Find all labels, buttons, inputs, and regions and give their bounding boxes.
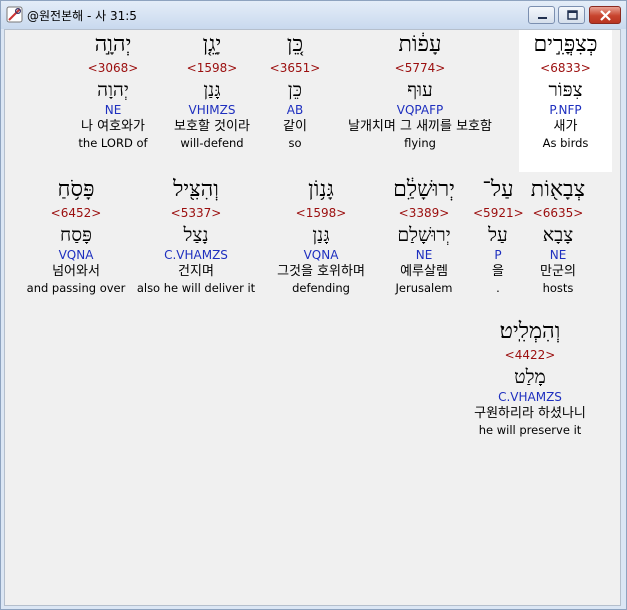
parsing-code: C.VHAMZS xyxy=(498,390,562,404)
lemma: נָצַל xyxy=(183,224,209,246)
english-gloss: so xyxy=(288,136,302,150)
lemma: עוּף xyxy=(407,79,433,101)
hebrew-word: וְהִצִּ֖יל xyxy=(173,177,219,202)
strong-number[interactable]: <5337> xyxy=(135,205,257,221)
lemma: מָלַט xyxy=(514,366,546,388)
korean-gloss: 을 xyxy=(492,264,504,279)
english-gloss: Jerusalem xyxy=(395,281,453,295)
korean-gloss: 건지며 xyxy=(178,264,214,279)
parsing-code: C.VHAMZS xyxy=(164,248,228,262)
english-gloss: defending xyxy=(292,281,350,295)
parsing-code: AB xyxy=(286,103,304,117)
strong-number[interactable]: <3068> xyxy=(67,60,159,76)
hebrew-word: יְרוּשָׁלִַ֔ם xyxy=(393,177,455,202)
hebrew-word: פָּסֹ֥חַ xyxy=(57,177,95,202)
strong-number[interactable]: <6833> xyxy=(519,60,612,76)
parsing-code: NE xyxy=(549,248,567,262)
korean-gloss: 만군의 xyxy=(540,264,576,279)
lemma: צָבָא xyxy=(542,224,574,246)
word-cell[interactable]: צְבָא֖וֹת <6635> צָבָא NE 만군의 hosts xyxy=(525,175,591,305)
parsing-code: NE xyxy=(104,103,122,117)
word-cell[interactable]: וְהִמְלִֽיט׃ <4422> מָלַט C.VHAMZS 구원하리라… xyxy=(455,317,605,447)
english-gloss: flying xyxy=(404,136,436,150)
hebrew-word: עַל־ xyxy=(482,177,514,202)
lemma: פָּסַח xyxy=(59,224,92,246)
strong-number[interactable]: <3651> xyxy=(261,60,329,76)
word-cell[interactable]: עַל־ <5921> עַל P 을 . xyxy=(473,175,524,305)
word-cell[interactable]: גָּנ֥וֹן <1598> גָּנַן VQNA 그것을 호위하며 def… xyxy=(263,175,379,305)
title-bar[interactable]: @원전본해 - 사 31:5 xyxy=(1,1,626,29)
hebrew-word: יְהוָ֣ה xyxy=(94,32,132,57)
korean-gloss: 새가 xyxy=(553,119,578,134)
word-cell[interactable]: פָּסֹ֥חַ <6452> פָּסַח VQNA 넘어와서 and pas… xyxy=(21,175,131,305)
close-button[interactable] xyxy=(589,6,621,24)
word-cell[interactable]: כְּצִפֳּרִ֣ים <6833> צִפּוֹר P.NFP 새가 As… xyxy=(519,30,612,172)
parsing-code: NE xyxy=(415,248,433,262)
parsing-code: VQPAFP xyxy=(396,103,444,117)
word-cell[interactable]: יְהוָ֣ה <3068> יְהוָה NE 나 여호와가 the LORD… xyxy=(67,30,159,172)
strong-number[interactable]: <5774> xyxy=(332,60,508,76)
english-gloss: also he will deliver it xyxy=(136,281,256,295)
korean-gloss: 넘어와서 xyxy=(52,264,100,279)
word-cell[interactable]: וְהִצִּ֖יל <5337> נָצַל C.VHAMZS 건지며 als… xyxy=(135,175,257,305)
english-gloss: he will preserve it xyxy=(478,423,582,437)
strong-number[interactable]: <4422> xyxy=(455,347,605,363)
korean-gloss: 같이 xyxy=(283,119,307,134)
lemma: יְרוּשָׁלַם xyxy=(397,224,451,246)
lemma: צִפּוֹר xyxy=(548,79,583,101)
hebrew-word: כְּצִפֳּרִ֣ים xyxy=(533,32,598,57)
korean-gloss: 그것을 호위하며 xyxy=(277,264,365,279)
maximize-button[interactable] xyxy=(558,6,585,24)
parsing-code: VHIMZS xyxy=(188,103,236,117)
korean-gloss: 구원하리라 하셨나니 xyxy=(474,406,586,421)
english-gloss: and passing over xyxy=(26,281,126,295)
lemma: עַל xyxy=(488,224,508,246)
strong-number[interactable]: <6635> xyxy=(525,205,591,221)
interlinear-panel: כְּצִפֳּרִ֣ים <6833> צִפּוֹר P.NFP 새가 As… xyxy=(4,29,621,606)
strong-number[interactable]: <6452> xyxy=(21,205,131,221)
word-cell[interactable]: יָגֵ֤ן <1598> גָּנַן VHIMZS 보호할 것이라 will… xyxy=(165,30,259,172)
english-gloss: the LORD of xyxy=(78,136,148,150)
parsing-code: P xyxy=(494,248,502,262)
hebrew-word: יָגֵ֤ן xyxy=(202,32,222,57)
parsing-code: VQNA xyxy=(303,248,339,262)
lemma: כֵּן xyxy=(287,79,303,101)
hebrew-word: עָפ֔וֹת xyxy=(398,32,442,57)
lemma: גָּנַן xyxy=(203,79,221,101)
korean-gloss: 날개치며 그 새끼를 보호함 xyxy=(348,119,492,134)
korean-gloss: 예루살렘 xyxy=(400,264,448,279)
word-cell[interactable]: יְרוּשָׁלִַ֔ם <3389> יְרוּשָׁלַם NE 예루살렘… xyxy=(378,175,470,305)
strong-number[interactable]: <1598> xyxy=(165,60,259,76)
lemma: יְהוָה xyxy=(97,79,129,101)
english-gloss: will-defend xyxy=(180,136,244,150)
minimize-button[interactable] xyxy=(528,6,555,24)
word-cell[interactable]: עָפ֔וֹת <5774> עוּף VQPAFP 날개치며 그 새끼를 보호… xyxy=(332,30,508,172)
lemma: גָּנַן xyxy=(312,224,330,246)
strong-number[interactable]: <5921> xyxy=(473,205,524,221)
english-gloss: . xyxy=(496,281,500,295)
word-cell[interactable]: כֵּ֚ן <3651> כֵּן AB 같이 so xyxy=(261,30,329,172)
window-title: @원전본해 - 사 31:5 xyxy=(27,9,137,23)
english-gloss: hosts xyxy=(542,281,574,295)
app-window: @원전본해 - 사 31:5 כְּצִפֳּרִ֣ים <6833> צִפּ… xyxy=(0,0,627,610)
parsing-code: P.NFP xyxy=(549,103,582,117)
strong-number[interactable]: <3389> xyxy=(378,205,470,221)
korean-gloss: 보호할 것이라 xyxy=(174,119,250,134)
strong-number[interactable]: <1598> xyxy=(263,205,379,221)
hebrew-word: כֵּ֚ן xyxy=(286,32,304,57)
hebrew-word: וְהִמְלִֽיט׃ xyxy=(499,319,561,344)
app-logo-icon xyxy=(6,6,23,23)
parsing-code: VQNA xyxy=(58,248,94,262)
korean-gloss: 나 여호와가 xyxy=(81,119,145,134)
english-gloss: As birds xyxy=(542,136,589,150)
hebrew-word: צְבָא֖וֹת xyxy=(530,177,586,202)
hebrew-word: גָּנ֥וֹן xyxy=(308,177,334,202)
